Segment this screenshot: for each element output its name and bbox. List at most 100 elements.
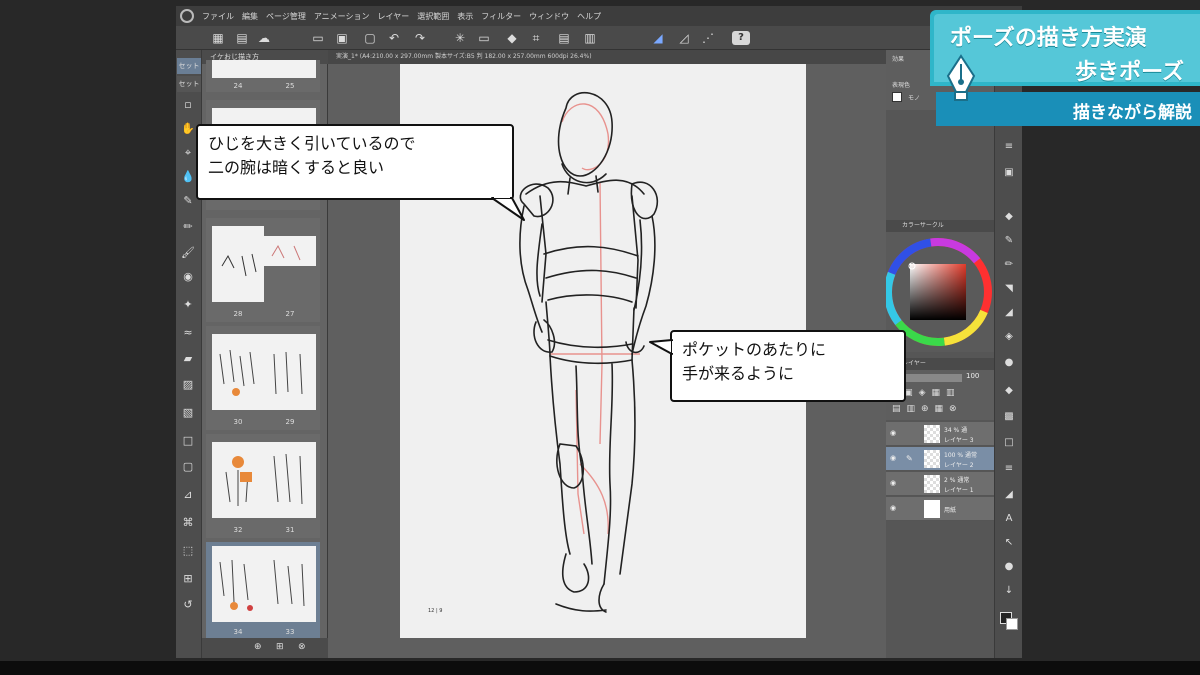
tool-icon[interactable]: ● <box>1001 560 1017 574</box>
layer-tool-icons-2[interactable]: ▤▥⊕▦⊗ <box>892 404 963 414</box>
zoom-icon[interactable]: ▫ <box>180 98 196 112</box>
gradient-icon[interactable]: ▧ <box>180 406 196 420</box>
redo-icon[interactable]: ↷ <box>412 30 428 46</box>
layer-row[interactable]: ◉ 34 % 通 レイヤー 3 <box>886 422 994 446</box>
layer-fill-icon[interactable]: ▥ <box>582 30 598 46</box>
special-ruler-icon[interactable]: ◿ <box>676 30 692 46</box>
line-fix-icon[interactable]: ⊞ <box>180 572 196 586</box>
layer-row[interactable]: ◉ ✎ 100 % 通常 レイヤー 2 <box>886 447 994 471</box>
page-pair-24-25[interactable]: 24 25 <box>206 60 320 92</box>
pen-icon[interactable]: ✎ <box>180 194 196 208</box>
grid-icon[interactable]: ▦ <box>210 30 226 46</box>
visibility-eye-icon[interactable]: ◉ <box>890 429 900 439</box>
sub-tool-set-tab[interactable]: セット <box>177 58 201 74</box>
loading-icon[interactable]: ✳ <box>452 30 468 46</box>
tool-icon[interactable]: ✏ <box>1001 258 1017 272</box>
cloud-icon[interactable]: ☁ <box>256 30 272 46</box>
balloon-icon[interactable]: ⬚ <box>180 544 196 558</box>
text-icon[interactable]: ⌘ <box>180 516 196 530</box>
tool-icon[interactable]: ↓ <box>1001 584 1017 598</box>
menu-file[interactable]: ファイル <box>202 11 234 22</box>
color-swatch[interactable] <box>892 92 902 102</box>
fill-icon[interactable]: ▤ <box>556 30 572 46</box>
visibility-eye-icon[interactable]: ◉ <box>890 504 900 514</box>
tool-icon[interactable]: ▣ <box>1001 166 1017 180</box>
clear-icon[interactable]: ▭ <box>476 30 492 46</box>
callout-line: 二の腕は暗くすると良い <box>208 158 385 177</box>
frame-icon[interactable]: ▢ <box>180 460 196 474</box>
blend-icon[interactable]: ≈ <box>180 326 196 340</box>
tool-icon[interactable]: ▩ <box>1001 410 1017 424</box>
page-folio: 12 | 9 <box>428 608 443 614</box>
menu-selection[interactable]: 選択範囲 <box>417 11 449 22</box>
figure-icon[interactable]: □ <box>180 434 196 448</box>
eraser-tool-icon[interactable]: ▰ <box>180 352 196 366</box>
visibility-eye-icon[interactable]: ◉ <box>890 479 900 489</box>
color-circle-header[interactable]: カラーサークル <box>886 220 994 232</box>
callout-tail <box>491 196 525 221</box>
layer-row[interactable]: ◉ 用紙 <box>886 497 994 521</box>
help-icon[interactable]: ? <box>732 31 750 45</box>
document-tab[interactable]: 実演_1* (A4:210.00 x 297.00mm 製本サイズ:B5 判 1… <box>328 50 886 64</box>
eyedrop-icon[interactable]: 💧 <box>180 170 196 184</box>
delete-page-icon[interactable]: ⊗ <box>298 642 306 652</box>
copy-page-icon[interactable]: ⊞ <box>276 642 284 652</box>
mono-label[interactable]: モノ <box>908 93 920 102</box>
tool-icon[interactable]: ◥ <box>1001 282 1017 296</box>
select-icon[interactable]: ⌖ <box>180 146 196 160</box>
tool-icon[interactable]: ≡ <box>1001 462 1017 476</box>
visibility-eye-icon[interactable]: ◉ <box>890 454 900 464</box>
tool-icon[interactable]: ◢ <box>1001 306 1017 320</box>
menu-layer[interactable]: レイヤー <box>378 11 410 22</box>
tool-icon[interactable]: □ <box>1001 436 1017 450</box>
page-thumb <box>212 546 264 622</box>
move-icon[interactable]: ✋ <box>180 122 196 136</box>
ruler-icon[interactable]: ⊿ <box>180 488 196 502</box>
eraser-icon[interactable]: ◆ <box>504 30 520 46</box>
transform-icon[interactable]: ⌗ <box>528 30 544 46</box>
airbrush-icon[interactable]: ◉ <box>180 270 196 284</box>
folder-icon[interactable]: ▭ <box>310 30 326 46</box>
page-pair-30-29[interactable]: 30 29 <box>206 326 320 430</box>
tool-icon[interactable]: ● <box>1001 356 1017 370</box>
fill-tool-icon[interactable]: ▨ <box>180 378 196 392</box>
save-icon[interactable]: ▣ <box>334 30 350 46</box>
page-thumb <box>212 226 264 302</box>
tool-icon[interactable]: ↖ <box>1001 536 1017 550</box>
undo-icon[interactable]: ↶ <box>386 30 402 46</box>
add-page-icon[interactable]: ⊕ <box>254 642 262 652</box>
new-file-icon[interactable]: ▤ <box>234 30 250 46</box>
page-pair-34-33[interactable]: 34 33 <box>206 542 320 638</box>
opacity-value[interactable]: 100 <box>966 372 979 380</box>
export-icon[interactable]: ▢ <box>362 30 378 46</box>
pencil-icon[interactable]: ✏ <box>180 220 196 234</box>
menu-animation[interactable]: アニメーション <box>314 11 370 22</box>
menu-edit[interactable]: 編集 <box>242 11 258 22</box>
tool-icon[interactable]: ◆ <box>1001 384 1017 398</box>
menu-page[interactable]: ページ管理 <box>266 11 306 22</box>
tool-icon[interactable]: ◢ <box>1001 488 1017 502</box>
tool-icon[interactable]: ◆ <box>1001 210 1017 224</box>
pocket-tip-callout: ポケットのあたりに 手が来るように <box>670 330 906 402</box>
layer-name: レイヤー 2 <box>944 462 974 469</box>
brush-icon[interactable]: 🖌 <box>180 246 196 260</box>
menu-help[interactable]: ヘルプ <box>577 11 601 22</box>
tool-icon[interactable]: ≡ <box>1001 140 1017 154</box>
ruler-snap-icon[interactable]: ◢ <box>650 30 666 46</box>
correct-icon[interactable]: ↺ <box>180 598 196 612</box>
page-pair-28-27[interactable]: 28 27 <box>206 218 320 322</box>
menu-window[interactable]: ウィンドウ <box>529 11 569 22</box>
layer-mode: 100 % 通常 <box>944 452 977 459</box>
sub-color-swatch[interactable] <box>1006 618 1018 630</box>
menu-view[interactable]: 表示 <box>457 11 473 22</box>
tool-icon[interactable]: ✎ <box>1001 234 1017 248</box>
layer-row[interactable]: ◉ 2 % 通常 レイヤー 1 <box>886 472 994 496</box>
grid-snap-icon[interactable]: ⋰ <box>700 30 716 46</box>
menu-filter[interactable]: フィルター <box>481 11 521 22</box>
text-tool-icon[interactable]: A <box>1001 512 1017 526</box>
page-pair-32-31[interactable]: 32 31 <box>206 434 320 538</box>
title-subtitle-text: 描きながら解説 <box>1073 103 1192 123</box>
tool-icon[interactable]: ◈ <box>1001 330 1017 344</box>
decoration-icon[interactable]: ✦ <box>180 298 196 312</box>
sub-tool-set-tab-2[interactable]: セット <box>177 76 201 92</box>
